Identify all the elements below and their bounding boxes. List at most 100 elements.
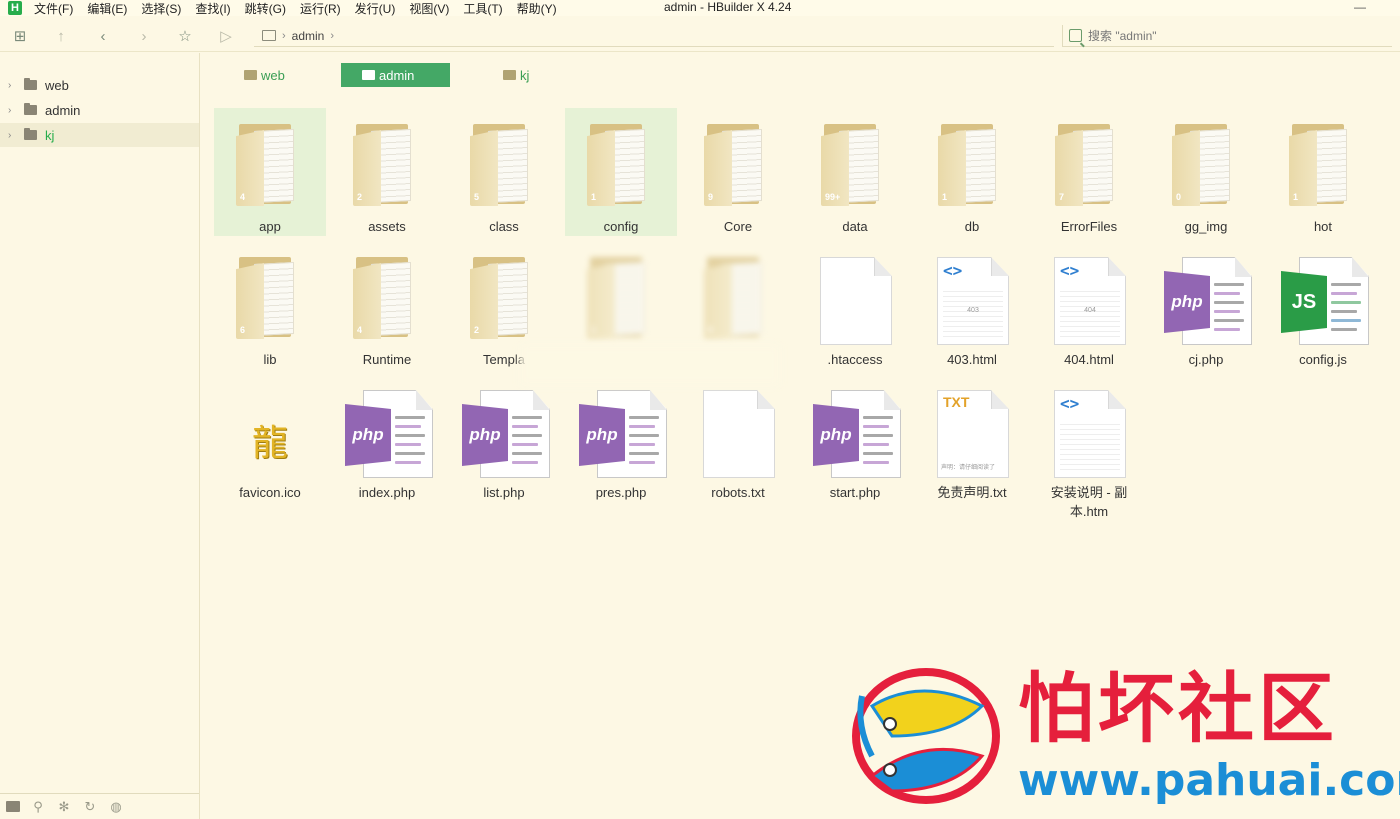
project-manager-icon[interactable]: [6, 801, 20, 812]
file-item[interactable]: .htaccess: [799, 241, 911, 369]
php-file-icon: php: [579, 390, 669, 478]
tree-item-kj[interactable]: › kj: [0, 123, 199, 147]
menu-publish[interactable]: 发行(U): [355, 0, 396, 17]
file-fold: [991, 257, 1009, 276]
file-item[interactable]: 9 Core: [682, 108, 794, 236]
menu-view[interactable]: 视图(V): [409, 0, 449, 17]
run-icon[interactable]: ▷: [217, 27, 235, 45]
file-item[interactable]: JS config.js: [1267, 241, 1379, 369]
folder-icon: 0: [1172, 124, 1234, 206]
forward-icon[interactable]: ›: [135, 27, 153, 45]
file-name: config.js: [1299, 352, 1347, 367]
txt-file-icon: TXT 声明：请仔细阅读了: [937, 390, 1009, 478]
file-item[interactable]: php start.php: [799, 374, 911, 502]
file-name: db: [964, 219, 980, 234]
tab-kj[interactable]: kj: [500, 63, 560, 87]
file-item[interactable]: php index.php: [331, 374, 443, 502]
code-line: [395, 416, 425, 419]
code-line: [629, 416, 659, 419]
code-line: [629, 461, 655, 464]
menu-tools[interactable]: 工具(T): [463, 0, 502, 17]
file-name: Runtime: [362, 352, 412, 367]
menu-file[interactable]: 文件(F): [34, 0, 73, 17]
path-segment[interactable]: admin: [292, 29, 325, 43]
back-icon[interactable]: ‹: [94, 27, 112, 45]
file-name: assets: [368, 219, 406, 234]
menu-select[interactable]: 选择(S): [141, 0, 181, 17]
bike-icon[interactable]: ⚲: [30, 799, 46, 814]
code-line: [512, 443, 538, 446]
file-item[interactable]: TXT 声明：请仔细阅读了免责声明.txt: [916, 374, 1028, 502]
new-file-icon[interactable]: ⊞: [11, 27, 29, 45]
star-icon[interactable]: ☆: [176, 27, 194, 45]
tab-label: web: [261, 67, 285, 83]
code-line: [395, 452, 425, 455]
tree-item-web[interactable]: › web: [0, 73, 199, 97]
html-file-icon: <> 404: [1054, 257, 1126, 345]
menu-find[interactable]: 查找(I): [195, 0, 230, 17]
globe-icon[interactable]: ◍: [108, 799, 124, 814]
doc-preview-text: 声明：请仔细阅读了: [941, 465, 996, 471]
file-name: 免责声明.txt: [937, 485, 1007, 500]
folder-item-count: 0: [708, 325, 714, 335]
file-item[interactable]: 4 app: [214, 108, 326, 236]
file-item[interactable]: robots.txt: [682, 374, 794, 502]
folder-icon: 9: [704, 124, 766, 206]
chevron-right-icon[interactable]: ›: [8, 80, 16, 91]
code-line: [629, 443, 655, 446]
file-item[interactable]: 1 hot: [1267, 108, 1379, 236]
file-name: lib: [263, 352, 277, 367]
code-line: [1214, 328, 1240, 331]
app-logo-icon: H: [8, 1, 22, 15]
file-item[interactable]: 6 lib: [214, 241, 326, 369]
file-item[interactable]: 1 db: [916, 108, 1028, 236]
search-placeholder: 搜索 "admin": [1088, 29, 1157, 43]
folder-item-count: 5: [474, 192, 480, 202]
file-item[interactable]: 龍 favicon.ico: [214, 374, 326, 502]
tab-admin[interactable]: admin: [341, 63, 450, 87]
chevron-right-icon[interactable]: ›: [8, 105, 16, 116]
menu-run[interactable]: 运行(R): [300, 0, 341, 17]
menu-help[interactable]: 帮助(Y): [517, 0, 557, 17]
tree-item-label: admin: [45, 102, 81, 118]
chevron-right-icon: ›: [330, 29, 335, 42]
up-arrow-icon[interactable]: ↑: [52, 27, 70, 45]
file-item[interactable]: 7 ErrorFiles: [1033, 108, 1145, 236]
file-item[interactable]: <> 404 404.html: [1033, 241, 1145, 369]
watermark-title: 怕坏社区: [1018, 664, 1338, 753]
file-type-badge: php: [345, 404, 391, 466]
tab-web[interactable]: web: [241, 63, 341, 87]
php-file-icon: php: [1164, 257, 1254, 345]
file-name: data: [842, 219, 868, 234]
file-item[interactable]: php pres.php: [565, 374, 677, 502]
file-item[interactable]: <> 403 403.html: [916, 241, 1028, 369]
file-item[interactable]: 99+ data: [799, 108, 911, 236]
file-item[interactable]: php cj.php: [1150, 241, 1262, 369]
php-file-icon: php: [345, 390, 435, 478]
menu-edit[interactable]: 编辑(E): [87, 0, 127, 17]
file-type-badge: JS: [1281, 271, 1327, 333]
folder-icon: 4: [353, 257, 415, 339]
refresh-icon[interactable]: ↻: [82, 799, 98, 814]
code-line: [395, 434, 425, 437]
path-bar[interactable]: › admin ›: [254, 25, 1054, 47]
search-input[interactable]: 搜索 "admin": [1062, 25, 1392, 47]
file-item[interactable]: 5 class: [448, 108, 560, 236]
minimize-icon[interactable]: —: [1354, 0, 1366, 14]
file-item[interactable]: 2 assets: [331, 108, 443, 236]
menu-goto[interactable]: 跳转(G): [245, 0, 286, 17]
file-item[interactable]: php list.php: [448, 374, 560, 502]
php-file-icon: php: [813, 390, 903, 478]
code-line: [629, 425, 655, 428]
folder-icon: [24, 103, 37, 115]
file-fold: [991, 390, 1009, 409]
file-item[interactable]: 4 Runtime: [331, 241, 443, 369]
file-name: index.php: [358, 485, 416, 500]
code-line: [863, 416, 893, 419]
chevron-right-icon[interactable]: ›: [8, 130, 16, 141]
file-item[interactable]: 0 gg_img: [1150, 108, 1262, 236]
file-item[interactable]: <> 安装说明 - 副本.htm: [1033, 374, 1145, 519]
file-item[interactable]: 1 config: [565, 108, 677, 236]
tree-item-admin[interactable]: › admin: [0, 98, 199, 122]
bug-icon[interactable]: ✻: [56, 799, 72, 814]
